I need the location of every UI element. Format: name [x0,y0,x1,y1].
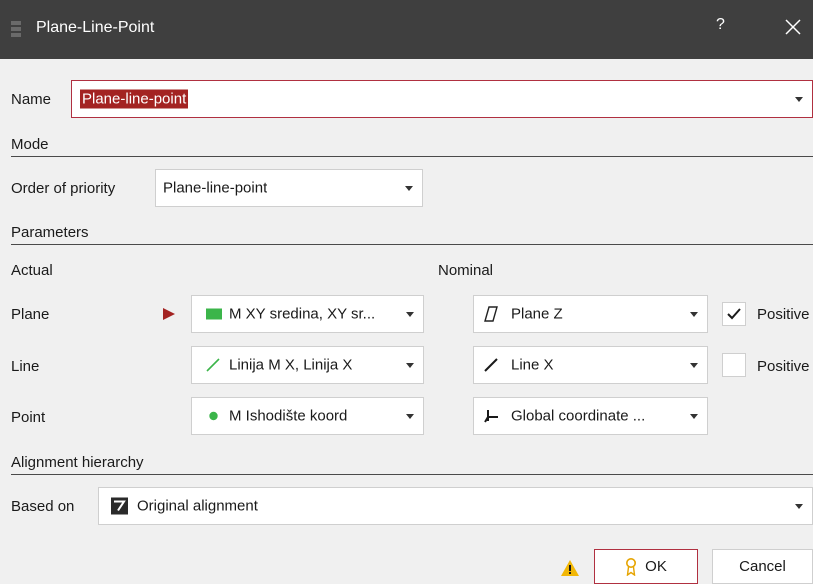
mode-divider [11,156,813,157]
actual-plane-select[interactable]: M XY sredina, XY sr... [191,295,424,333]
line-positive-checkbox[interactable] [722,353,746,377]
cancel-button[interactable]: Cancel [712,549,813,584]
nominal-line-select[interactable]: Line X [473,346,708,384]
window-title: Plane-Line-Point [36,19,155,36]
actual-header: Actual [11,262,53,279]
plane-positive-label: Positive [757,306,810,323]
order-of-priority-value: Plane-line-point [163,179,268,197]
line-icon [484,358,498,372]
line-label: Line [11,358,40,375]
alignment-section-title: Alignment hierarchy [11,454,144,471]
based-on-label: Based on [11,498,75,515]
based-on-value: Original alignment [137,497,258,515]
actual-point-select[interactable]: M Ishodište koord [191,397,424,435]
alignment-icon [111,497,128,515]
app-icon [11,21,21,37]
ok-label: OK [645,558,667,575]
line-positive-label: Positive [757,358,810,375]
chevron-down-icon[interactable] [690,363,698,368]
order-of-priority-select[interactable]: Plane-line-point [155,169,423,207]
plane-icon [484,306,498,322]
parameters-section-title: Parameters [11,224,89,241]
actual-plane-value: M XY sredina, XY sr... [229,305,376,323]
point-element-icon [209,411,218,421]
nominal-plane-select[interactable]: Plane Z [473,295,708,333]
plane-label: Plane [11,306,50,323]
help-button[interactable]: ? [716,16,725,34]
chevron-down-icon[interactable] [406,414,414,419]
order-of-priority-label: Order of priority [11,180,116,197]
cancel-label: Cancel [739,558,786,575]
checkmark-icon [727,308,741,320]
actual-point-value: M Ishodište koord [229,407,348,425]
alignment-divider [11,474,813,475]
based-on-select[interactable]: Original alignment [98,487,813,525]
chevron-down-icon[interactable] [795,504,803,509]
coordinate-system-icon [484,410,498,423]
line-element-icon [206,358,220,372]
ok-button[interactable]: OK [594,549,698,584]
chevron-down-icon[interactable] [406,312,414,317]
actual-line-select[interactable]: Linija M X, Linija X [191,346,424,384]
nominal-point-select[interactable]: Global coordinate ... [473,397,708,435]
nominal-point-value: Global coordinate ... [511,407,646,425]
point-label: Point [11,409,46,426]
nominal-plane-value: Plane Z [511,305,563,323]
plane-element-icon [206,308,222,320]
actual-line-value: Linija M X, Linija X [229,356,353,374]
close-icon[interactable] [783,17,803,37]
nominal-line-value: Line X [511,356,554,374]
triangle-right-icon [163,308,175,320]
chevron-down-icon[interactable] [795,97,803,102]
award-icon [626,557,637,576]
name-value[interactable]: Plane-line-point [80,89,189,109]
nominal-header: Nominal [438,262,494,279]
name-combo[interactable]: Plane-line-point [71,80,813,118]
warning-icon [561,560,579,576]
mode-section-title: Mode [11,136,49,153]
chevron-down-icon[interactable] [690,414,698,419]
title-bar: Plane-Line-Point ? [0,0,813,59]
name-label: Name [11,91,52,108]
chevron-down-icon[interactable] [405,186,413,191]
chevron-down-icon[interactable] [690,312,698,317]
plane-positive-checkbox[interactable] [722,302,746,326]
parameters-divider [11,244,813,245]
chevron-down-icon[interactable] [406,363,414,368]
